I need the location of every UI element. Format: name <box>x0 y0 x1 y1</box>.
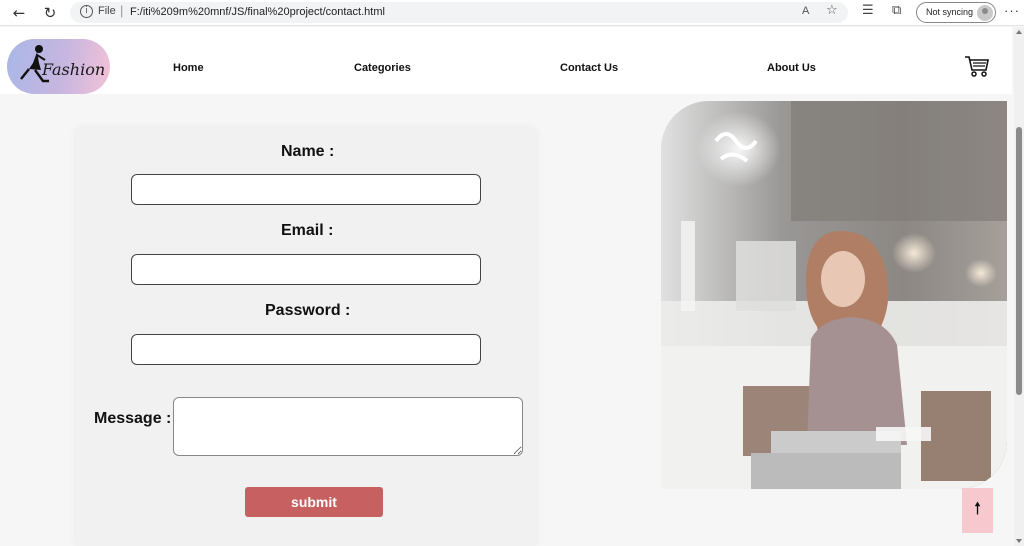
url-text[interactable]: F:/iti%209m%20mnf/JS/final%20project/con… <box>130 6 385 18</box>
sync-profile-button[interactable]: Not syncing <box>916 2 996 23</box>
info-icon[interactable]: i <box>80 5 93 18</box>
email-label: Email : <box>281 222 334 239</box>
browser-toolbar: ← ↻ i File | F:/iti%209m%20mnf/JS/final%… <box>0 0 1024 26</box>
scroll-to-top-button[interactable]: 🠕 <box>962 488 993 533</box>
email-input[interactable] <box>131 254 481 285</box>
message-label: Message : <box>94 410 172 427</box>
refresh-icon[interactable]: ↻ <box>41 4 59 22</box>
scroll-up-arrow-icon[interactable] <box>1016 30 1022 34</box>
favorites-icon[interactable]: ☰ <box>862 3 874 18</box>
cafe-woman-laptop-image <box>661 101 1007 489</box>
password-input[interactable] <box>131 334 481 365</box>
read-aloud-icon[interactable]: A <box>802 5 809 17</box>
back-arrow-icon[interactable]: ← <box>10 4 28 22</box>
message-textarea[interactable] <box>173 397 523 456</box>
name-label: Name : <box>281 143 335 160</box>
address-bar[interactable]: i File | F:/iti%209m%20mnf/JS/final%20pr… <box>70 2 848 23</box>
site-header: Fashion Home Categories Contact Us About… <box>0 27 1012 94</box>
profile-avatar-icon <box>977 5 993 21</box>
arrow-up-icon: 🠕 <box>973 499 982 519</box>
logo-text: Fashion <box>42 60 106 79</box>
sync-label: Not syncing <box>926 7 974 17</box>
scroll-down-arrow-icon[interactable] <box>1016 539 1022 543</box>
nav-about-us[interactable]: About Us <box>767 62 816 74</box>
shopping-cart-icon[interactable] <box>964 55 990 79</box>
nav-categories[interactable]: Categories <box>354 62 411 74</box>
favorite-star-icon[interactable]: ☆ <box>826 3 838 18</box>
scrollbar-thumb[interactable] <box>1016 127 1022 395</box>
more-menu-icon[interactable]: ··· <box>1004 3 1020 18</box>
page-scrollbar[interactable] <box>1014 27 1024 546</box>
name-input[interactable] <box>131 174 481 205</box>
nav-contact-us[interactable]: Contact Us <box>560 62 618 74</box>
nav-home[interactable]: Home <box>173 62 204 74</box>
address-separator: | <box>120 3 124 18</box>
submit-button[interactable]: submit <box>245 487 383 517</box>
scheme-label: File <box>98 5 116 17</box>
collections-icon[interactable]: ⧉ <box>892 3 901 18</box>
site-logo[interactable]: Fashion <box>7 39 110 94</box>
password-label: Password : <box>265 302 351 319</box>
contact-photo <box>661 101 1007 489</box>
